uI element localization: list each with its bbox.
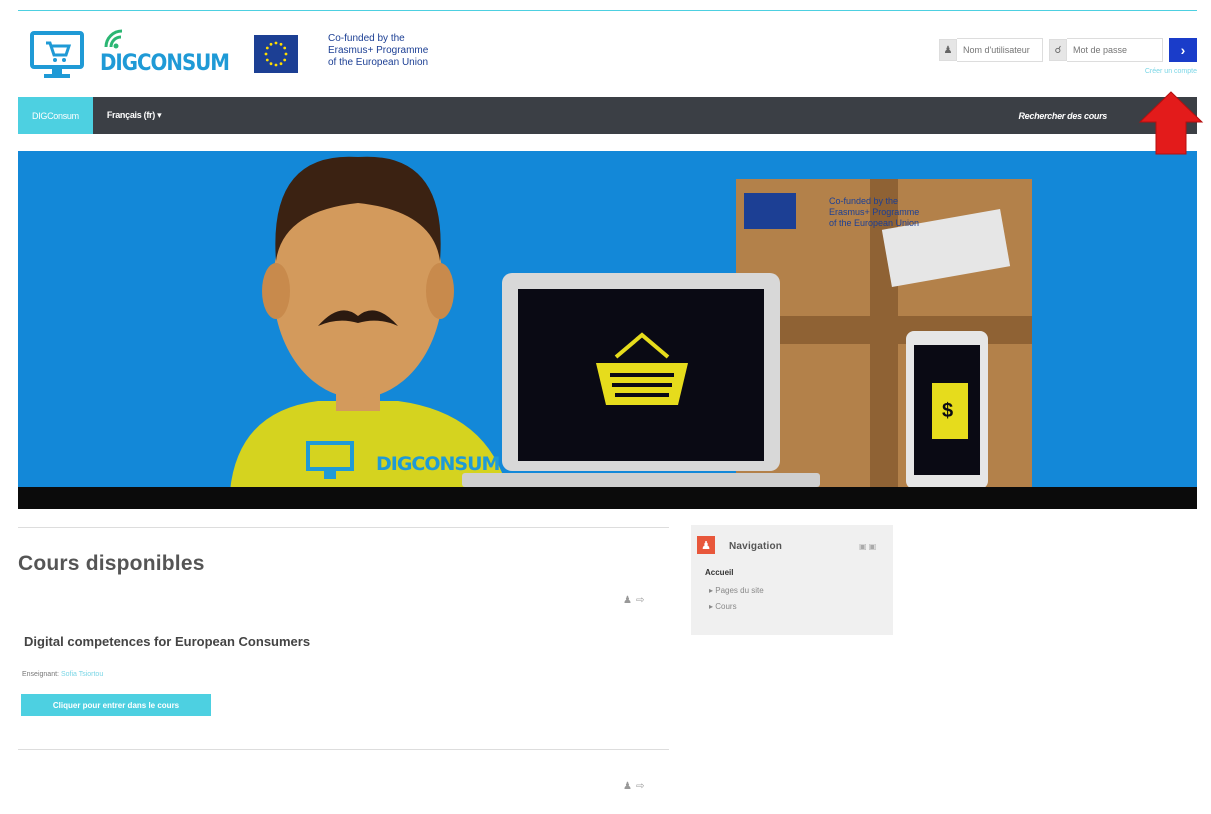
- nav-brand-link[interactable]: DIGConsum: [18, 97, 93, 134]
- box-eu-text: Co-funded by the Erasmus+ Programme of t…: [829, 196, 919, 229]
- eu-cofunded-text: Co-funded by the Erasmus+ Programme of t…: [328, 33, 488, 69]
- search-courses-link[interactable]: Rechercher des cours: [1018, 111, 1107, 121]
- navigation-block: ♟ Navigation ▣ ▣ Accueil ▸ Pages du site…: [691, 525, 893, 635]
- password-input[interactable]: [1067, 38, 1163, 62]
- course-teacher: Enseignant: Sofia Tsiortou: [22, 671, 103, 678]
- logo-text: DIGCONSUM: [100, 51, 230, 76]
- banner-floor: [18, 487, 1197, 509]
- user-icon[interactable]: ♟: [623, 595, 636, 606]
- nav-item-label: Pages du site: [715, 586, 764, 595]
- login-form: ♟ ☌ ›: [939, 38, 1197, 62]
- key-icon: ☌: [1049, 39, 1067, 61]
- hero-banner: Co-funded by the Erasmus+ Programme of t…: [18, 151, 1197, 509]
- section-title: Cours disponibles: [18, 552, 205, 575]
- header: DIGCONSUM Co-funded by the Erasmus+ Prog…: [18, 11, 1197, 97]
- nav-item-site-pages[interactable]: ▸ Pages du site: [709, 586, 764, 595]
- navbar: DIGConsum Français (fr) ▾ Rechercher des…: [18, 97, 1197, 134]
- computer-cart-icon: [30, 31, 84, 78]
- user-icon[interactable]: ♟: [623, 781, 636, 792]
- eu-flag-icon: [254, 35, 298, 73]
- language-menu[interactable]: Français (fr) ▾: [107, 110, 162, 121]
- course-info-icons: ♟⇨: [623, 781, 648, 792]
- box-eu-line: of the European Union: [829, 218, 920, 228]
- eu-text-line: of the European Union: [328, 57, 429, 68]
- enter-icon[interactable]: ⇨: [636, 781, 648, 792]
- enter-course-button[interactable]: Cliquer pour entrer dans le cours: [21, 694, 211, 716]
- red-arrow-annotation: [1138, 91, 1204, 155]
- box-eu-line: Erasmus+ Programme: [829, 207, 920, 217]
- banner-illustration: [230, 156, 1032, 491]
- nav-home-link[interactable]: Accueil: [705, 568, 733, 577]
- divider: [18, 527, 669, 528]
- create-account-link[interactable]: Créer un compte: [1145, 68, 1197, 75]
- site-logo[interactable]: DIGCONSUM: [30, 27, 230, 83]
- wifi-icon: [104, 29, 123, 49]
- teacher-label: Enseignant:: [22, 671, 59, 678]
- price-tag-icon: $: [942, 400, 954, 422]
- login-submit-button[interactable]: ›: [1169, 38, 1197, 62]
- shirt-logo-text: DIGCONSUM: [376, 453, 500, 475]
- teacher-link[interactable]: Sofia Tsiortou: [61, 671, 103, 678]
- divider: [18, 749, 669, 750]
- username-input[interactable]: [957, 38, 1043, 62]
- course-info-icons: ♟⇨: [623, 595, 648, 606]
- navigation-icon: ♟: [697, 536, 715, 554]
- nav-item-courses[interactable]: ▸ Cours: [709, 602, 737, 611]
- page: DIGCONSUM Co-funded by the Erasmus+ Prog…: [0, 0, 1211, 814]
- course-title-link[interactable]: Digital competences for European Consume…: [24, 634, 310, 649]
- box-eu-line: Co-funded by the: [829, 196, 899, 206]
- block-controls[interactable]: ▣ ▣: [859, 542, 876, 551]
- eu-text-line: Co-funded by the: [328, 33, 405, 44]
- user-icon: ♟: [939, 39, 957, 61]
- navigation-title: Navigation: [729, 541, 783, 552]
- nav-item-label: Cours: [715, 602, 737, 611]
- enter-icon[interactable]: ⇨: [636, 595, 648, 606]
- eu-text-line: Erasmus+ Programme: [328, 45, 429, 56]
